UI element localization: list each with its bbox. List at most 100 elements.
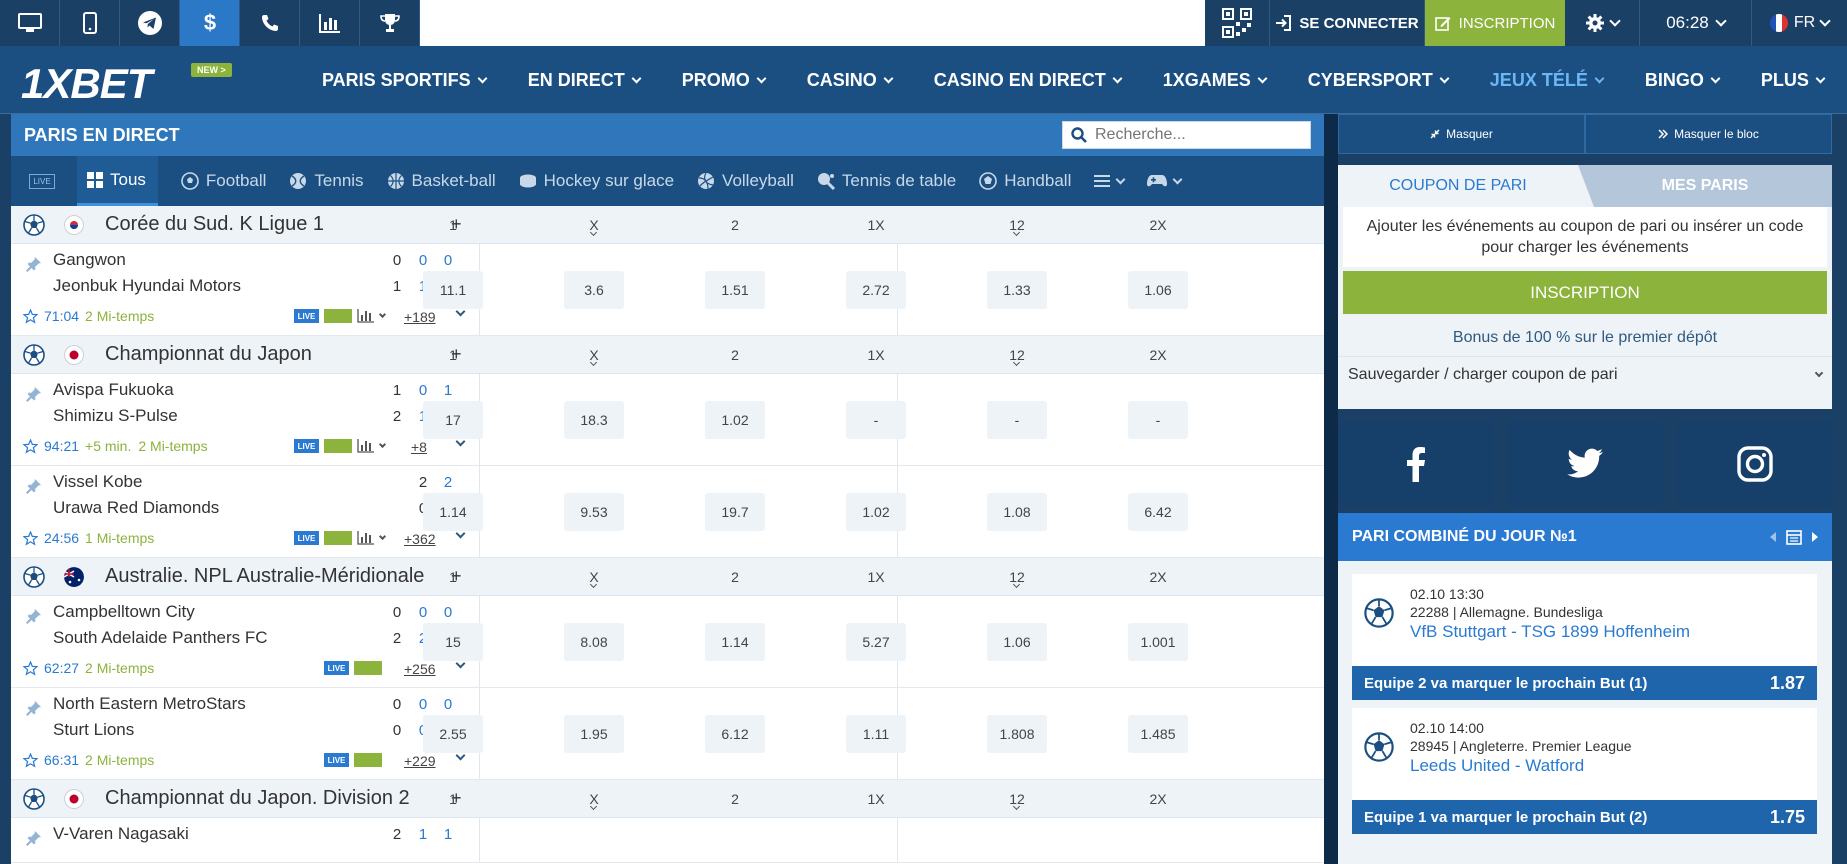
odds-button[interactable]: 1.14 (423, 493, 483, 531)
dollar-icon[interactable]: $ (180, 0, 240, 46)
favorite-star-icon[interactable] (23, 438, 38, 454)
event-bet[interactable]: Equipe 1 va marquer le prochain But (2) 1… (1352, 800, 1817, 834)
combo-event[interactable]: 02.10 14:00 28945 | Angleterre. Premier L… (1352, 708, 1817, 834)
favorite-star-icon[interactable] (23, 752, 38, 768)
arrow-right-icon[interactable] (1812, 532, 1818, 542)
odds-button[interactable]: 1.95 (564, 715, 624, 753)
odds-button[interactable]: 6.12 (705, 715, 765, 753)
tab-volleyball[interactable]: Volleyball (697, 156, 794, 206)
field-icon[interactable] (324, 439, 352, 453)
favorite-star-icon[interactable] (23, 530, 38, 546)
odds-button[interactable]: - (1128, 401, 1188, 439)
odds-button[interactable]: 19.7 (705, 493, 765, 531)
odds-button[interactable]: 6.42 (1128, 493, 1188, 531)
nav-item-promo[interactable]: PROMO (682, 70, 767, 91)
odds-button[interactable]: 1.02 (705, 401, 765, 439)
login-button[interactable]: SE CONNECTER (1270, 0, 1425, 46)
tab-my-bets[interactable]: MES PARIS (1578, 165, 1832, 207)
live-stream-icon[interactable]: LIVE (294, 531, 319, 545)
search-input[interactable] (1095, 126, 1295, 144)
odds-button[interactable]: 1.14 (705, 623, 765, 661)
odds-button[interactable]: 9.53 (564, 493, 624, 531)
live-stream-icon[interactable]: LIVE (324, 661, 349, 675)
tab-esports[interactable] (1147, 156, 1183, 206)
event-teams[interactable]: VfB Stuttgart - TSG 1899 Hoffenheim (1410, 622, 1690, 642)
phone-icon[interactable] (240, 0, 300, 46)
odds-button[interactable]: 1.06 (987, 623, 1047, 661)
tab-ice-hockey[interactable]: Hockey sur glace (519, 156, 674, 206)
odds-button[interactable]: 17 (423, 401, 483, 439)
tab-basketball[interactable]: Basket-ball (387, 156, 496, 206)
championship-row[interactable]: Australie. NPL Australie-Méridionale +1 X 2… (11, 558, 1324, 596)
more-markets-link[interactable]: +229 (404, 753, 436, 769)
odds-button[interactable]: 18.3 (564, 401, 624, 439)
search-icon[interactable] (1071, 127, 1087, 143)
odds-button[interactable]: 1.08 (987, 493, 1047, 531)
odds-button[interactable]: 1.001 (1128, 623, 1188, 661)
facebook-icon[interactable] (1338, 421, 1493, 507)
statistics-icon[interactable] (357, 309, 375, 323)
desktop-icon[interactable] (0, 0, 60, 46)
field-icon[interactable] (324, 531, 352, 545)
match-row[interactable]: North Eastern MetroStarsSturt Lions00000… (11, 688, 1324, 780)
pin-icon[interactable] (26, 386, 42, 402)
nav-item-cybersport[interactable]: CYBERSPORT (1308, 70, 1450, 91)
odds-button[interactable]: 3.6 (564, 271, 624, 309)
odds-button[interactable]: 8.08 (564, 623, 624, 661)
championship-row[interactable]: Championnat du Japon +1 X 2 1X 12 2X (11, 336, 1324, 374)
championship-row[interactable]: Corée du Sud. K Ligue 1 +1 X 2 1X 12 2X (11, 206, 1324, 244)
match-row[interactable]: Campbelltown City South Adelaide Panthers… (11, 596, 1324, 688)
field-icon[interactable] (324, 309, 352, 323)
match-row[interactable]: V-Varen Nagasaki 2 1 1 (11, 818, 1324, 863)
live-stream-icon[interactable]: LIVE (294, 309, 319, 323)
favorite-star-icon[interactable] (23, 308, 38, 324)
event-bet[interactable]: Equipe 2 va marquer le prochain But (1) 1… (1352, 666, 1817, 700)
odds-button[interactable]: 1.02 (846, 493, 906, 531)
tab-handball[interactable]: Handball (979, 156, 1071, 206)
tab-coupon[interactable]: COUPON DE PARI (1338, 165, 1578, 207)
odds-button[interactable]: 1.808 (987, 715, 1047, 753)
nav-item-en-direct[interactable]: EN DIRECT (528, 70, 642, 91)
odds-button[interactable]: - (846, 401, 906, 439)
save-load-coupon[interactable]: Sauvegarder / charger coupon de pari (1338, 356, 1832, 392)
new-badge[interactable]: NEW > (191, 63, 232, 77)
event-teams[interactable]: Leeds United - Watford (1410, 756, 1584, 776)
more-markets-link[interactable]: +256 (404, 661, 436, 677)
more-markets-link[interactable]: +362 (404, 531, 436, 547)
nav-item-bingo[interactable]: BINGO (1645, 70, 1721, 91)
odds-button[interactable]: 2.72 (846, 271, 906, 309)
odds-button[interactable]: 1.06 (1128, 271, 1188, 309)
arrow-left-icon[interactable] (1770, 532, 1776, 542)
nav-item-jeux-t-l-[interactable]: JEUX TÉLÉ (1490, 70, 1605, 91)
telegram-icon[interactable] (120, 0, 180, 46)
coupon-register-button[interactable]: INSCRIPTION (1343, 271, 1827, 314)
tab-football[interactable]: Football (181, 156, 266, 206)
statistics-icon[interactable] (300, 0, 360, 46)
odds-button[interactable]: 1.485 (1128, 715, 1188, 753)
time-selector[interactable]: 06:28 (1640, 0, 1752, 46)
hide-button[interactable]: Masquer (1338, 114, 1585, 154)
site-logo[interactable]: 1XBET (21, 60, 152, 108)
tab-table-tennis[interactable]: Tennis de table (817, 156, 956, 206)
more-markets-link[interactable]: +8 (411, 439, 427, 455)
settings-button[interactable] (1565, 0, 1640, 46)
odds-button[interactable]: 2.55 (423, 715, 483, 753)
language-selector[interactable]: FR (1752, 0, 1847, 46)
nav-item-paris-sportifs[interactable]: PARIS SPORTIFS (322, 70, 488, 91)
more-markets-link[interactable]: +189 (404, 309, 436, 325)
tab-all[interactable]: Tous (77, 156, 158, 206)
odds-button[interactable]: 11.1 (423, 271, 483, 309)
qr-code-icon[interactable] (1205, 0, 1270, 46)
odds-button[interactable]: 5.27 (846, 623, 906, 661)
tab-tennis[interactable]: Tennis (289, 156, 364, 206)
trophy-icon[interactable] (360, 0, 420, 46)
nav-item-1xgames[interactable]: 1XGAMES (1163, 70, 1268, 91)
field-icon[interactable] (354, 753, 382, 767)
twitter-icon[interactable] (1507, 421, 1663, 507)
instagram-icon[interactable] (1677, 421, 1832, 507)
pin-icon[interactable] (26, 700, 42, 716)
odds-button[interactable]: 1.11 (846, 715, 906, 753)
tab-more[interactable] (1094, 156, 1126, 206)
pin-icon[interactable] (26, 478, 42, 494)
live-stream-icon[interactable]: LIVE (294, 439, 319, 453)
